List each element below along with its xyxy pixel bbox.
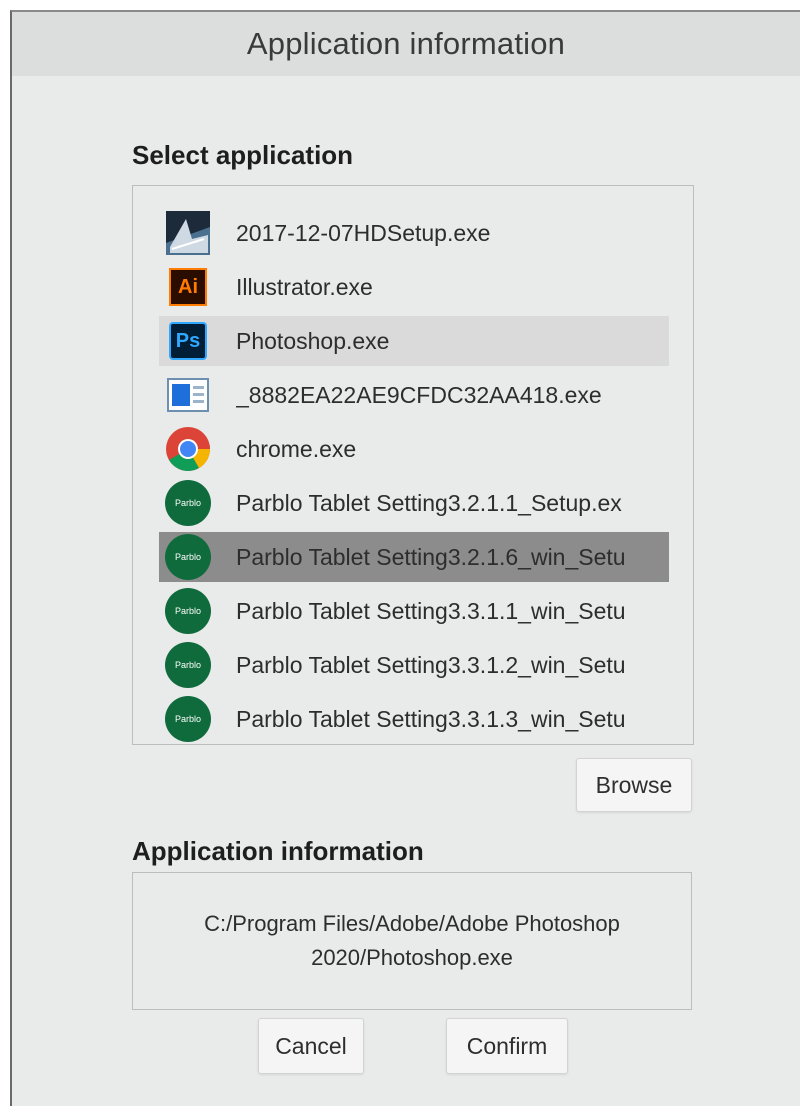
parblo-icon: Parblo	[164, 641, 212, 689]
window-app-icon	[164, 371, 212, 419]
cancel-button[interactable]: Cancel	[258, 1018, 364, 1074]
list-item-label: 2017-12-07HDSetup.exe	[236, 219, 491, 246]
list-item-label: Parblo Tablet Setting3.3.1.1_win_Setu	[236, 597, 626, 624]
list-item-label: Parblo Tablet Setting3.2.1.6_win_Setu	[236, 543, 626, 570]
select-application-label: Select application	[132, 140, 354, 170]
list-item[interactable]: Parblo Parblo Tablet Setting3.3.1.2_win_…	[159, 640, 669, 690]
confirm-button[interactable]: Confirm	[446, 1018, 568, 1074]
photoshop-icon: Ps	[164, 317, 212, 365]
list-item-label: Parblo Tablet Setting3.2.1.1_Setup.ex	[236, 489, 622, 516]
list-item[interactable]: 2017-12-07HDSetup.exe	[159, 208, 669, 258]
application-path-text: C:/Program Files/Adobe/Adobe Photoshop 2…	[204, 911, 620, 970]
list-item-hovered[interactable]: Parblo Parblo Tablet Setting3.2.1.6_win_…	[159, 532, 669, 582]
parblo-icon: Parblo	[164, 533, 212, 581]
list-item-label: chrome.exe	[236, 435, 357, 462]
dialog-titlebar: Application information	[12, 12, 800, 76]
parblo-icon: Parblo	[164, 479, 212, 527]
list-item[interactable]: Ai Illustrator.exe	[159, 262, 669, 312]
list-item[interactable]: _8882EA22AE9CFDC32AA418.exe	[159, 370, 669, 420]
list-item[interactable]: Parblo Parblo Tablet Setting3.3.1.1_win_…	[159, 586, 669, 636]
application-info-dialog: Application information Select applicati…	[10, 10, 800, 1106]
application-path-box: C:/Program Files/Adobe/Adobe Photoshop 2…	[132, 872, 692, 1010]
illustrator-icon: Ai	[164, 263, 212, 311]
parblo-icon: Parblo	[164, 695, 212, 743]
application-information-label: Application information	[132, 836, 424, 866]
list-item-label: Illustrator.exe	[236, 273, 373, 300]
list-item[interactable]: Parblo Parblo Tablet Setting3.2.1.1_Setu…	[159, 478, 669, 528]
list-item-label: Photoshop.exe	[236, 327, 390, 354]
browse-button[interactable]: Browse	[576, 758, 692, 812]
list-item-label: Parblo Tablet Setting3.3.1.2_win_Setu	[236, 651, 626, 678]
chrome-icon	[164, 425, 212, 473]
application-list[interactable]: 2017-12-07HDSetup.exe Ai Illustrator.exe…	[132, 185, 694, 745]
list-item-selected[interactable]: Ps Photoshop.exe	[159, 316, 669, 366]
parblo-icon: Parblo	[164, 587, 212, 635]
installer-icon	[164, 209, 212, 257]
list-item[interactable]: Parblo Parblo Tablet Setting3.3.1.3_win_…	[159, 694, 669, 744]
list-item-label: _8882EA22AE9CFDC32AA418.exe	[236, 381, 602, 408]
list-item[interactable]: chrome.exe	[159, 424, 669, 474]
dialog-title: Application information	[246, 26, 566, 61]
list-item-label: Parblo Tablet Setting3.3.1.3_win_Setu	[236, 705, 626, 732]
